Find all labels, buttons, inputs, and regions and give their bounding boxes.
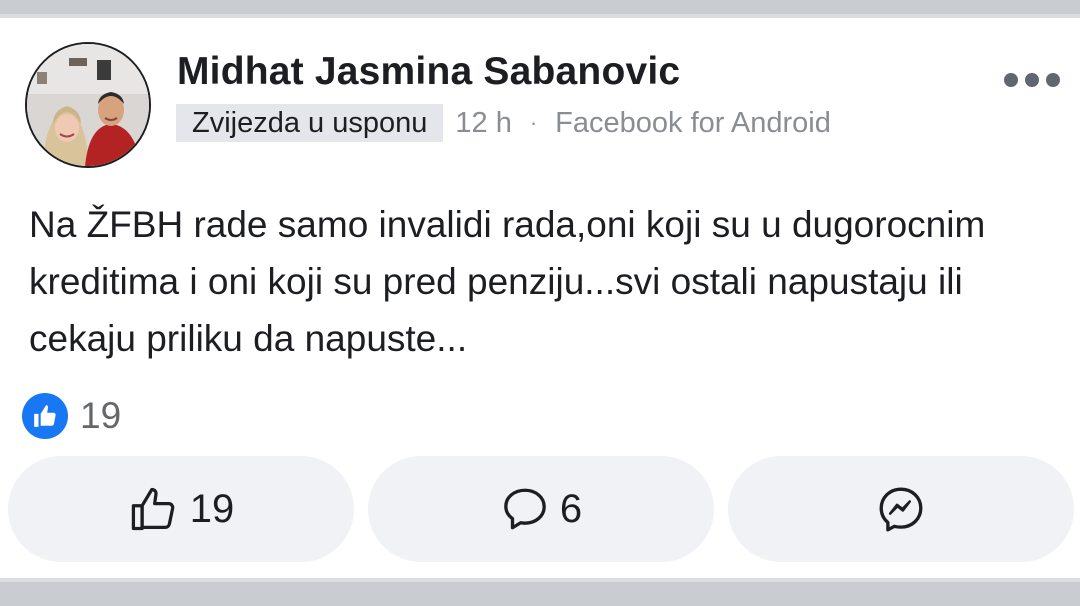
action-bar: 19 6 <box>0 456 1080 562</box>
meta-separator: · <box>529 110 538 135</box>
send-messenger-button[interactable] <box>728 456 1074 562</box>
more-dot-icon <box>1046 73 1060 87</box>
comment-icon <box>504 488 546 530</box>
thumbs-up-icon <box>131 487 175 531</box>
post-source: Facebook for Android <box>555 106 831 139</box>
reactions-summary[interactable]: 19 <box>22 393 121 439</box>
messenger-icon <box>879 487 923 532</box>
bottom-divider <box>0 578 1080 606</box>
more-dot-icon <box>1004 73 1018 87</box>
post-meta: Zvijezda u usponu 12 h · Facebook for An… <box>176 104 831 142</box>
more-dot-icon <box>1025 73 1039 87</box>
author-badge: Zvijezda u usponu <box>176 104 444 142</box>
like-icon <box>22 393 68 439</box>
comment-button[interactable]: 6 <box>368 456 714 562</box>
comment-count: 6 <box>559 486 583 531</box>
avatar[interactable] <box>25 42 151 168</box>
post-timestamp[interactable]: 12 h <box>455 107 511 140</box>
like-button[interactable]: 19 <box>8 456 354 562</box>
more-options-button[interactable] <box>1004 70 1060 90</box>
profile-photo <box>27 44 149 166</box>
top-divider <box>0 0 1080 18</box>
reaction-count: 19 <box>80 395 122 436</box>
like-count: 19 <box>189 486 235 531</box>
author-name[interactable]: Midhat Jasmina Sabanovic <box>177 50 680 94</box>
post-text: Na ŽFBH rade samo invalidi rada,oni koji… <box>29 204 986 359</box>
